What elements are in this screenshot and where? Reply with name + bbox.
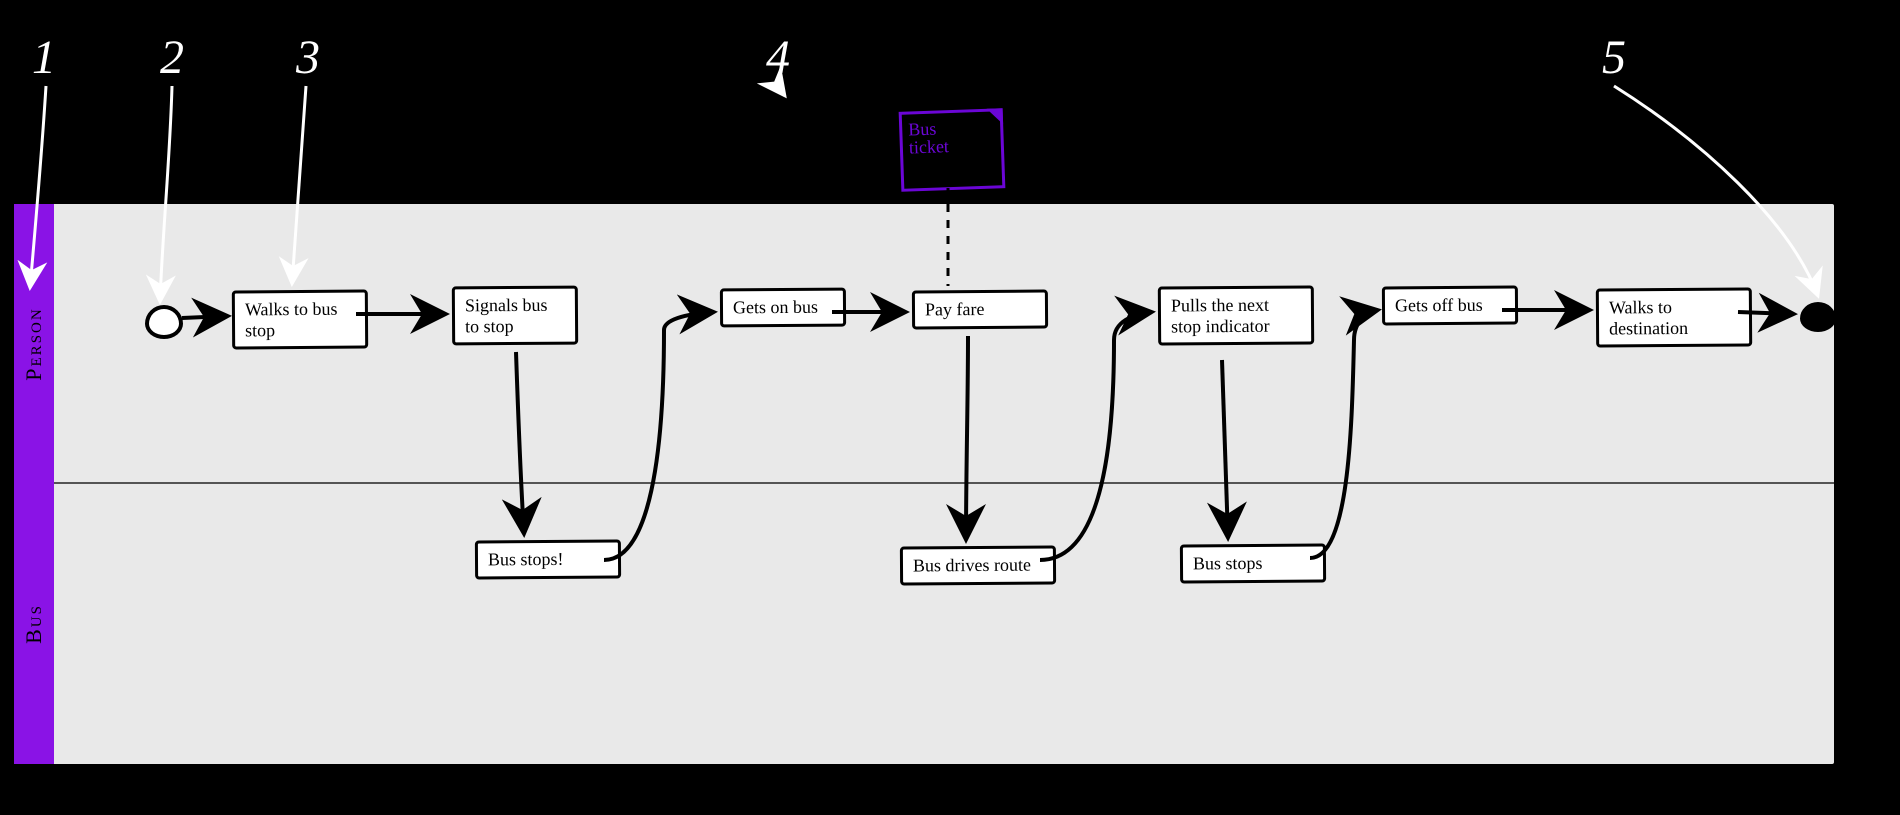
annotation-2: 2	[160, 30, 184, 85]
annotation-5: 5	[1602, 30, 1626, 85]
task-pull-indicator: Pulls the next stop indicator	[1158, 285, 1314, 345]
start-event	[145, 305, 183, 339]
end-event	[1800, 302, 1836, 332]
lane-label-person: Person	[21, 307, 47, 380]
task-bus-stops-1: Bus stops!	[475, 539, 621, 579]
diagram-stage: 1 2 3 4 5 Bus ticket Person Bus Walks to…	[0, 0, 1900, 815]
task-gets-on-bus: Gets on bus	[720, 288, 846, 328]
artifact-label-line2: ticket	[909, 136, 996, 157]
lane-header-person: Person	[14, 204, 54, 484]
task-bus-stops-2: Bus stops	[1180, 543, 1326, 583]
task-signal-bus: Signals bus to stop	[452, 286, 578, 346]
paper-fold-icon	[987, 108, 1004, 125]
annotation-3: 3	[296, 30, 320, 85]
task-bus-drives-route: Bus drives route	[900, 545, 1056, 585]
task-walk-destination: Walks to destination	[1596, 287, 1752, 347]
task-gets-off-bus: Gets off bus	[1382, 286, 1518, 326]
lane-label-bus: Bus	[21, 604, 47, 644]
annotation-4: 4	[766, 30, 790, 85]
lane-divider	[54, 482, 1834, 484]
task-walk-to-stop: Walks to bus stop	[232, 290, 368, 350]
artifact-bus-ticket: Bus ticket	[899, 108, 1006, 192]
task-pay-fare: Pay fare	[912, 290, 1048, 330]
annotation-1: 1	[32, 30, 56, 85]
lane-header-bus: Bus	[14, 484, 54, 764]
swimlane-pool: Person Bus	[10, 200, 1838, 768]
